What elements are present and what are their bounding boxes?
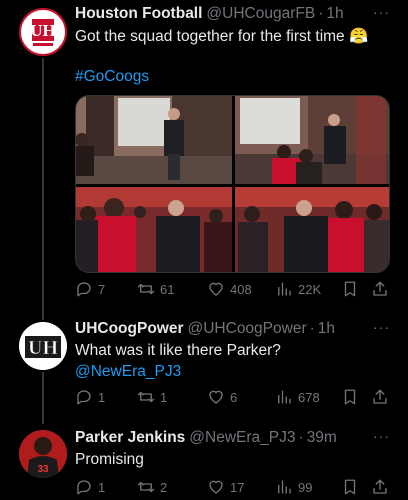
uh-football-logo-icon: UH	[30, 19, 56, 46]
heart-icon	[209, 480, 223, 494]
thread-line	[42, 58, 44, 320]
player-photo-icon: 33	[19, 430, 67, 478]
retweet-button[interactable]: 61	[137, 280, 174, 298]
retweet-icon	[137, 481, 155, 493]
tweet-text: Promising	[75, 451, 144, 468]
svg-text:UH: UH	[30, 21, 56, 40]
like-count: 6	[230, 389, 238, 405]
photo-4[interactable]	[235, 187, 390, 273]
svg-text:33: 33	[37, 464, 49, 475]
share-button[interactable]	[371, 280, 389, 298]
tweet-actions: 7 61 408 22K	[75, 279, 394, 299]
retweet-count: 61	[160, 281, 175, 297]
author-name[interactable]: Parker Jenkins	[75, 429, 185, 447]
share-icon	[373, 479, 387, 494]
like-button[interactable]: 17	[207, 478, 244, 496]
tweet-header: Parker Jenkins @NewEra_PJ3 · 39m ···	[75, 428, 398, 448]
mention-link[interactable]: @NewEra_PJ3	[75, 362, 398, 382]
views-count: 678	[298, 389, 320, 405]
tweet-text: What was it like there Parker?	[75, 342, 281, 359]
bookmark-icon	[344, 479, 356, 495]
tweet-actions: 1 1 6 678	[75, 387, 394, 407]
views-button[interactable]: 678	[275, 388, 320, 406]
retweet-button[interactable]: 2	[137, 478, 167, 496]
tweet-text: Got the squad together for the first tim…	[75, 28, 369, 45]
reply-icon	[77, 390, 91, 405]
tweet-header: Houston Football @UHCougarFB · 1h ···	[75, 4, 398, 24]
author-name[interactable]: Houston Football	[75, 5, 202, 23]
share-icon	[373, 281, 387, 296]
author-handle[interactable]: @NewEra_PJ3	[189, 429, 295, 447]
views-count: 99	[298, 479, 313, 495]
photo-3[interactable]	[76, 187, 232, 273]
tweet-time[interactable]: 1h	[326, 5, 343, 23]
reply-button[interactable]: 1	[75, 388, 105, 406]
author-name[interactable]: UHCoogPower	[75, 320, 184, 338]
more-options-icon[interactable]: ···	[373, 319, 390, 335]
bookmark-icon	[344, 281, 356, 297]
hashtag-link[interactable]: #GoCoogs	[75, 67, 398, 87]
retweet-count: 1	[160, 389, 168, 405]
views-icon	[278, 390, 291, 404]
like-button[interactable]: 408	[207, 280, 252, 298]
retweet-button[interactable]: 1	[137, 388, 167, 406]
bookmark-icon	[344, 389, 356, 405]
separator-dot: ·	[298, 429, 304, 446]
views-icon	[278, 480, 291, 494]
views-button[interactable]: 99	[275, 478, 312, 496]
heart-icon	[209, 390, 223, 404]
author-handle[interactable]: @UHCoogPower	[188, 320, 307, 338]
share-icon	[373, 389, 387, 404]
reply-count: 7	[98, 281, 106, 297]
uh-logo-black-white-icon: UH	[19, 322, 67, 370]
like-count: 408	[230, 281, 252, 297]
tweet-time[interactable]: 39m	[307, 429, 337, 447]
bookmark-button[interactable]	[341, 280, 359, 298]
like-button[interactable]: 6	[207, 388, 237, 406]
photo-1[interactable]	[76, 96, 232, 184]
reply-icon	[77, 480, 91, 495]
retweet-icon	[137, 283, 155, 295]
views-count: 22K	[298, 281, 322, 297]
thread-line	[42, 372, 44, 424]
tweet-media-grid[interactable]	[75, 95, 390, 273]
avatar-uhcoogpower[interactable]: UH	[19, 322, 67, 370]
avatar-parker-jenkins[interactable]: 33	[19, 430, 67, 478]
tweet-time[interactable]: 1h	[318, 320, 335, 338]
views-button[interactable]: 22K	[275, 280, 321, 298]
views-icon	[278, 282, 291, 296]
heart-icon	[209, 282, 223, 296]
retweet-icon	[137, 391, 155, 403]
photo-2[interactable]	[235, 96, 390, 184]
more-options-icon[interactable]: ···	[373, 428, 390, 444]
svg-text:UH: UH	[28, 337, 58, 359]
share-button[interactable]	[371, 388, 389, 406]
avatar-houston-football[interactable]: UH	[19, 8, 67, 56]
reply-button[interactable]: 1	[75, 478, 105, 496]
like-count: 17	[230, 479, 245, 495]
bookmark-button[interactable]	[341, 478, 359, 496]
tweet-header: UHCoogPower @UHCoogPower · 1h ···	[75, 319, 398, 339]
reply-count: 1	[98, 479, 106, 495]
separator-dot: ·	[318, 5, 324, 22]
more-options-icon[interactable]: ···	[373, 4, 390, 20]
separator-dot: ·	[309, 320, 315, 337]
author-handle[interactable]: @UHCougarFB	[206, 5, 315, 23]
tweet-actions: 1 2 17 99	[75, 477, 394, 497]
reply-button[interactable]: 7	[75, 280, 105, 298]
reply-icon	[77, 282, 91, 297]
bookmark-button[interactable]	[341, 388, 359, 406]
share-button[interactable]	[371, 478, 389, 496]
retweet-count: 2	[160, 479, 168, 495]
reply-count: 1	[98, 389, 106, 405]
